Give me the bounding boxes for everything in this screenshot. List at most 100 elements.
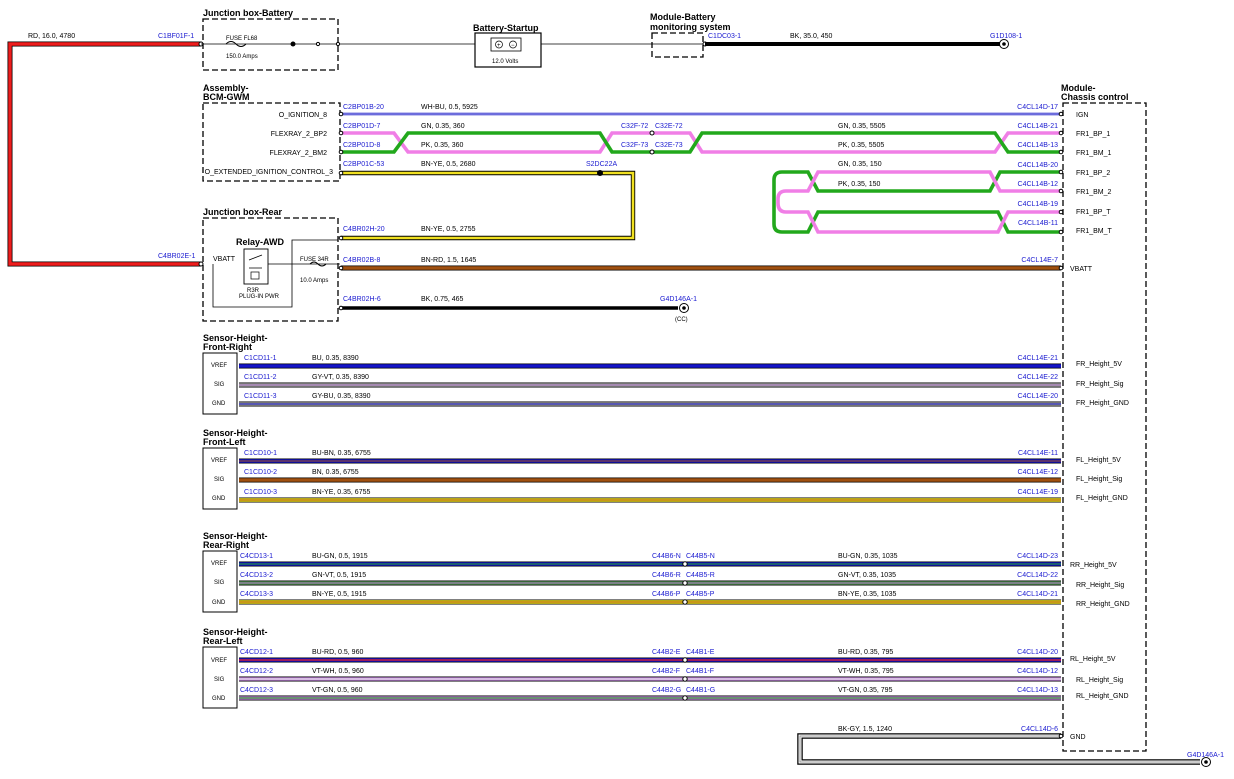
wire-rd-feed (7, 41, 201, 267)
wire-pk-150: PK, 0.35, 150 (838, 181, 881, 188)
chassis-conn-20: C4CL14D-6 (1021, 726, 1058, 733)
chassis-title-2: Chassis control (1061, 92, 1129, 102)
chassis-conn-2: C4CL14B-13 (1018, 142, 1059, 149)
chassis-conn-17: C4CL14D-20 (1017, 649, 1058, 656)
conn-c4br02b-8: C4BR02B-8 (343, 257, 380, 264)
chassis-pin-10: FR_Height_GND (1076, 400, 1129, 407)
wire-bnrd-label: BN-RD, 1.5, 1645 (421, 257, 476, 264)
bcm-pin-1: FLEXRAY_2_BP2 (271, 131, 327, 138)
chassis-control-box (1062, 102, 1147, 752)
rl-conn-1: C4CD12-2 (240, 668, 273, 675)
chassis-pin-5: FR1_BP_T (1076, 209, 1111, 216)
rr-conn-2: C4CD13-3 (240, 591, 273, 598)
sensor-rr-pin-gnd: GND (212, 600, 226, 606)
rl-conn-0: C4CD12-1 (240, 649, 273, 656)
wire-label-bk35: BK, 35.0, 450 (790, 33, 833, 40)
chassis-conn-5: C4CL14B-19 (1018, 201, 1059, 208)
bcm-wire-1: GN, 0.35, 360 (421, 123, 465, 130)
rl-wire2-1: VT-WH, 0.35, 795 (838, 668, 894, 675)
wire-label-rd: RD, 16.0, 4780 (28, 33, 75, 40)
rl-wire2-0: BU-RD, 0.35, 795 (838, 649, 893, 656)
chassis-conn-13: C4CL14E-19 (1018, 489, 1059, 496)
sensor-fl-pin-sig: SIG (214, 477, 225, 483)
chassis-conn-18: C4CL14D-12 (1017, 668, 1058, 675)
sensor-fr-pin-sig: SIG (214, 382, 225, 388)
chassis-conn-0: C4CL14D-17 (1017, 104, 1058, 111)
rr-conn-1: C4CD13-2 (240, 572, 273, 579)
chassis-pin-9: FR_Height_Sig (1076, 381, 1124, 388)
svg-text:−: − (511, 43, 515, 49)
rl-wire-2: VT-GN, 0.5, 960 (312, 687, 363, 694)
ground-cc: (CC) (675, 317, 688, 323)
chassis-conn-16: C4CL14D-21 (1017, 591, 1058, 598)
rl-wire-1: VT-WH, 0.5, 960 (312, 668, 364, 675)
chassis-pin-4: FR1_BM_2 (1076, 189, 1112, 196)
sensor-rl-pin-gnd: GND (212, 696, 226, 702)
bcm-pin-2: FLEXRAY_2_BM2 (270, 150, 328, 157)
sensor-fl-title-2: Front-Left (203, 437, 246, 447)
rl-inline-b-2: C44B1-G (686, 687, 715, 694)
assembly-title-2: BCM-GWM (203, 92, 250, 102)
rr-inline-b-0: C44B5-N (686, 553, 715, 560)
chassis-pin-15: RR_Height_Sig (1076, 582, 1124, 589)
wire-gn-150: GN, 0.35, 150 (838, 161, 882, 168)
fuse-34r-amps: 10.0 Amps (300, 278, 328, 284)
svg-text:+: + (497, 43, 501, 49)
sensor-rr-pin-sig: SIG (214, 580, 225, 586)
chassis-conn-8: C4CL14E-21 (1018, 355, 1059, 362)
conn-c1dc03: C1DC03-1 (708, 33, 741, 40)
fr-wire-1: GY-VT, 0.35, 8390 (312, 374, 369, 381)
jb-rear-title: Junction box-Rear (203, 207, 283, 217)
splice-dot (290, 41, 296, 47)
chassis-pin-14: RR_Height_5V (1070, 562, 1117, 569)
rr-inline-b-2: C44B5-P (686, 591, 715, 598)
fuse-f68-amps: 150.0 Amps (226, 54, 258, 60)
chassis-pin-0: IGN (1076, 112, 1088, 119)
sensor-rl-pin-sig: SIG (214, 677, 225, 683)
inline-c32e-73: C32E-73 (655, 142, 683, 149)
bcm-pin-3: O_EXTENDED_IGNITION_CONTROL_3 (205, 169, 333, 176)
fl-conn-1: C1CD10-2 (244, 469, 277, 476)
chassis-conn-1: C4CL14B-21 (1018, 123, 1059, 130)
fr-conn-2: C1CD11-3 (244, 393, 277, 400)
wire-gn-5505: GN, 0.35, 5505 (838, 123, 886, 130)
sensor-rr-pin-vref: VREF (211, 561, 227, 567)
chassis-conn-19: C4CL14D-13 (1017, 687, 1058, 694)
chassis-pin-18: RL_Height_Sig (1076, 677, 1123, 684)
rr-inline-b-1: C44B5-R (686, 572, 715, 579)
rr-inline-a-2: C44B6-P (652, 591, 681, 598)
jb-battery-title: Junction box-Battery (203, 8, 293, 18)
wire-bkgy-ground (797, 733, 1200, 765)
chassis-pin-12: FL_Height_Sig (1076, 476, 1122, 483)
chassis-conn-6: C4CL14B-11 (1018, 220, 1058, 227)
chassis-pin-20: GND (1070, 734, 1086, 741)
conn-c4br02h-20: C4BR02H-20 (343, 226, 385, 233)
chassis-conn-10: C4CL14E-20 (1018, 393, 1059, 400)
rr-wire-1: GN-VT, 0.5, 1915 (312, 572, 366, 579)
rr-wire-0: BU-GN, 0.5, 1915 (312, 553, 368, 560)
rr-wire2-2: BN-YE, 0.35, 1035 (838, 591, 896, 598)
sensor-rr-title-2: Rear-Right (203, 540, 249, 550)
jb-rear-vbatt: VBATT (213, 256, 236, 263)
fl-conn-0: C1CD10-1 (244, 450, 277, 457)
sensor-rl-title-2: Rear-Left (203, 636, 243, 646)
jb-rear-box (202, 217, 339, 322)
rr-conn-0: C4CD13-1 (240, 553, 273, 560)
relay-awd-title: Relay-AWD (236, 237, 285, 247)
fr-conn-1: C1CD11-2 (244, 374, 277, 381)
fl-wire-1: BN, 0.35, 6755 (312, 469, 359, 476)
wire-pk-5505: PK, 0.35, 5505 (838, 142, 884, 149)
fl-conn-2: C1CD10-3 (244, 489, 277, 496)
chassis-conn-12: C4CL14E-12 (1018, 469, 1059, 476)
chassis-pin-6: FR1_BM_T (1076, 228, 1113, 235)
sensor-fl-pin-vref: VREF (211, 458, 227, 464)
fl-wire-2: BN-YE, 0.35, 6755 (312, 489, 370, 496)
conn-c4br02e: C4BR02E-1 (158, 253, 195, 260)
chassis-pins (1058, 111, 1064, 271)
bcm-conn-0: C2BP01B-20 (343, 104, 384, 111)
bcm-conn-1: C2BP01D-7 (343, 123, 380, 130)
rr-wire-2: BN-YE, 0.5, 1915 (312, 591, 367, 598)
chassis-pin-1: FR1_BP_1 (1076, 131, 1110, 138)
sensor-fr-pin-vref: VREF (211, 363, 227, 369)
wiring-diagram: RD, 16.0, 4780 C1BF01F-1 Junction box-Ba… (7, 8, 1224, 767)
